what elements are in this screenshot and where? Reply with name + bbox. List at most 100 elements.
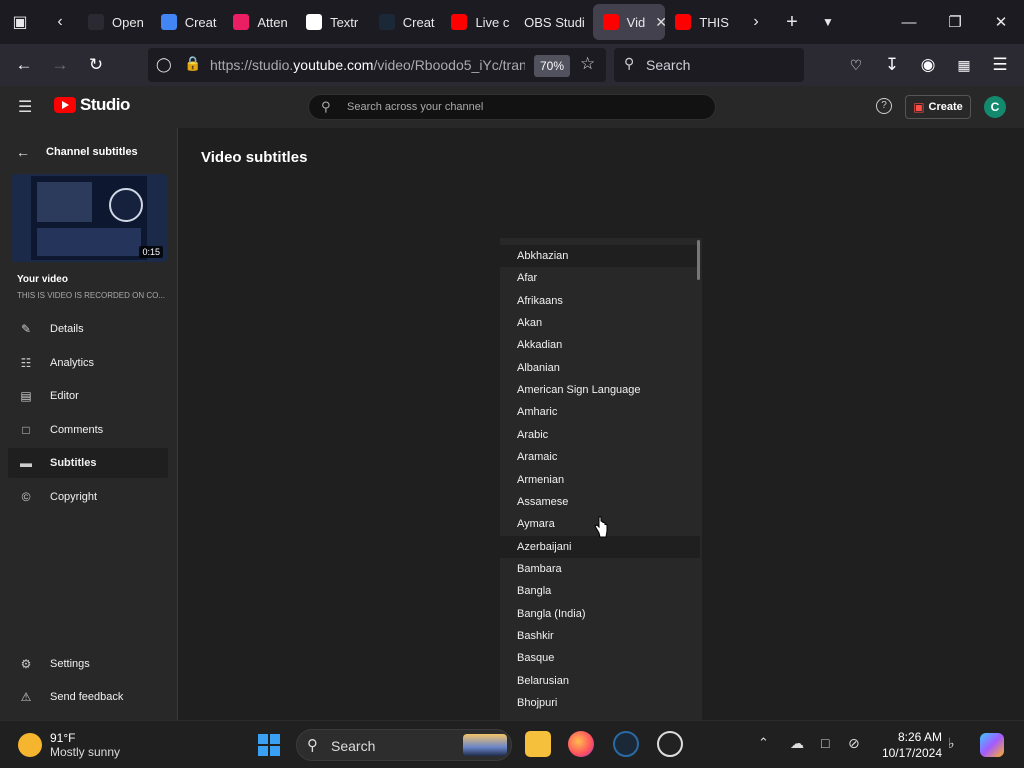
account-icon[interactable]: ◉	[910, 47, 946, 83]
tab-favicon-icon	[675, 14, 692, 30]
browser-tab[interactable]: Vid ✕	[592, 4, 666, 40]
downloads-icon[interactable]: ↧	[874, 47, 910, 83]
list-all-tabs-icon[interactable]: ▼	[810, 4, 846, 40]
language-option[interactable]: Aramaic	[500, 446, 700, 468]
browser-tab[interactable]: THIS	[665, 4, 738, 40]
browser-tab[interactable]: Atten	[223, 4, 296, 40]
language-option[interactable]: Bangla	[500, 580, 700, 602]
back-icon[interactable]: ←	[6, 47, 42, 83]
browser-tab[interactable]: Creat	[369, 4, 442, 40]
language-option[interactable]: Basque	[500, 647, 700, 669]
sidebar-item-send-feedback[interactable]: ⚠ Send feedback	[8, 682, 168, 712]
subtitles-icon: ▬	[20, 456, 32, 471]
tab-favicon-icon	[88, 14, 104, 30]
temperature: 91°F	[50, 731, 76, 745]
language-option[interactable]: Bashkir	[500, 625, 700, 647]
avatar[interactable]: C	[984, 96, 1006, 118]
language-list-scrollbar[interactable]	[697, 240, 700, 280]
extensions-icon[interactable]: ▦	[946, 47, 982, 83]
sidebar-item-comments[interactable]: □ Comments	[8, 415, 168, 445]
language-option[interactable]: American Sign Language	[500, 379, 700, 401]
studio-sidebar: ← Channel subtitles 0:15 Your video THIS…	[0, 128, 178, 720]
hamburger-menu-icon[interactable]: ☰	[18, 97, 32, 117]
weather-widget[interactable]: 91°F Mostly sunny	[18, 731, 120, 759]
tab-favicon-icon	[451, 14, 468, 30]
studio-header: ☰ Studio ⚲ Search across your channel ? …	[0, 86, 1024, 128]
youtube-logo-icon[interactable]	[54, 97, 76, 113]
search-icon: ⚲	[624, 55, 635, 71]
file-explorer-icon[interactable]	[525, 731, 551, 757]
lock-icon[interactable]: 🔒	[184, 55, 201, 72]
menu-icon[interactable]: ☰	[982, 47, 1018, 83]
sidebar-item-settings[interactable]: ⚙ Settings	[8, 649, 168, 679]
volume-muted-icon[interactable]: ⊘	[848, 735, 860, 752]
shield-icon[interactable]: ◯	[156, 56, 172, 73]
browser-tab[interactable]: Live c	[441, 4, 514, 40]
sidebar-item-subtitles[interactable]: ▬ Subtitles	[8, 448, 168, 479]
browser-tab[interactable]: Creat	[151, 4, 224, 40]
tab-label: THIS	[699, 14, 729, 30]
channel-search-input[interactable]: ⚲ Search across your channel	[308, 94, 716, 120]
browser-tab[interactable]: OBS Studi	[514, 4, 593, 40]
restore-icon[interactable]: ❐	[932, 0, 978, 44]
reload-icon[interactable]: ↻	[78, 47, 114, 83]
language-option[interactable]: Bhojpuri	[500, 692, 700, 714]
obs-studio-icon[interactable]	[657, 731, 683, 757]
help-icon[interactable]: ?	[876, 98, 892, 114]
create-button[interactable]: ▣ Create	[905, 95, 971, 119]
minimize-icon[interactable]: —	[886, 0, 932, 44]
notification-bell-icon[interactable]: ♭	[948, 735, 955, 752]
sidebar-item-copyright[interactable]: © Copyright	[8, 482, 168, 512]
tab-overview-icon[interactable]: ▣	[2, 4, 38, 40]
display-icon[interactable]: □	[821, 735, 829, 751]
language-option[interactable]: Assamese	[500, 491, 700, 513]
video-thumbnail[interactable]: 0:15	[11, 174, 167, 262]
system-clock[interactable]: 8:26 AM 10/17/2024	[872, 729, 942, 761]
studio-logo-text[interactable]: Studio	[80, 95, 130, 115]
close-tab-icon[interactable]: ✕	[655, 14, 665, 31]
sidebar-item-details[interactable]: ✎ Details	[8, 314, 168, 344]
language-option[interactable]: Akan	[500, 312, 700, 334]
browser-tab[interactable]: Open	[78, 4, 151, 40]
language-option[interactable]: Arabic	[500, 424, 700, 446]
browser-tab[interactable]: Textr	[296, 4, 369, 40]
comment-icon: □	[22, 422, 30, 437]
new-tab-icon[interactable]: +	[774, 4, 810, 40]
bookmark-star-icon[interactable]: ☆	[580, 54, 595, 74]
tab-favicon-icon	[233, 14, 250, 30]
copilot-icon[interactable]	[980, 733, 1004, 757]
sidebar-item-editor[interactable]: ▤ Editor	[8, 381, 168, 411]
channel-subtitles-back-link[interactable]: ← Channel subtitles	[16, 144, 138, 160]
language-option[interactable]: Belarusian	[500, 670, 700, 692]
url-text[interactable]: https://studio.youtube.com/video/Rboodo5…	[210, 57, 525, 73]
language-dropdown-list[interactable]: Abkhazian Afar Afrikaans Akan Akkadian Albani…	[500, 238, 702, 720]
create-button-label: Create	[928, 101, 963, 113]
language-option[interactable]: Afrikaans	[500, 290, 700, 312]
forward-icon[interactable]: →	[42, 47, 78, 83]
sidebar-item-label: Copyright	[50, 491, 98, 503]
sunny-weather-icon	[18, 733, 42, 757]
scroll-tabs-left-icon[interactable]: ‹	[42, 4, 78, 40]
language-option[interactable]: Abkhazian	[500, 245, 700, 267]
windows-start-icon[interactable]	[258, 734, 280, 756]
browser-search-bar[interactable]: ⚲ Search	[614, 48, 804, 82]
language-option[interactable]: Amharic	[500, 401, 700, 423]
language-option[interactable]: Bangla (India)	[500, 603, 700, 625]
url-bar[interactable]: ◯ 🔒 https://studio.youtube.com/video/Rbo…	[148, 48, 606, 82]
zoom-indicator[interactable]: 70%	[534, 55, 571, 77]
firefox-icon[interactable]	[568, 731, 594, 757]
network-icon[interactable]: ☁	[790, 735, 804, 752]
steam-icon[interactable]	[613, 731, 639, 757]
taskbar-search-box[interactable]: ⚲ Search	[296, 729, 512, 761]
sidebar-item-analytics[interactable]: ☷ Analytics	[8, 348, 168, 378]
language-option[interactable]: Akkadian	[500, 334, 700, 356]
language-option[interactable]: Bambara	[500, 558, 700, 580]
language-option[interactable]: Albanian	[500, 357, 700, 379]
pocket-icon[interactable]: ♡	[838, 47, 874, 83]
language-option[interactable]: Afar	[500, 267, 700, 289]
language-option[interactable]: Azerbaijani	[500, 535, 700, 558]
scroll-tabs-right-icon[interactable]: ›	[738, 4, 774, 40]
show-hidden-icons-icon[interactable]: ⌃	[758, 735, 769, 751]
language-option[interactable]: Armenian	[500, 469, 700, 491]
close-window-icon[interactable]: ✕	[978, 0, 1024, 44]
